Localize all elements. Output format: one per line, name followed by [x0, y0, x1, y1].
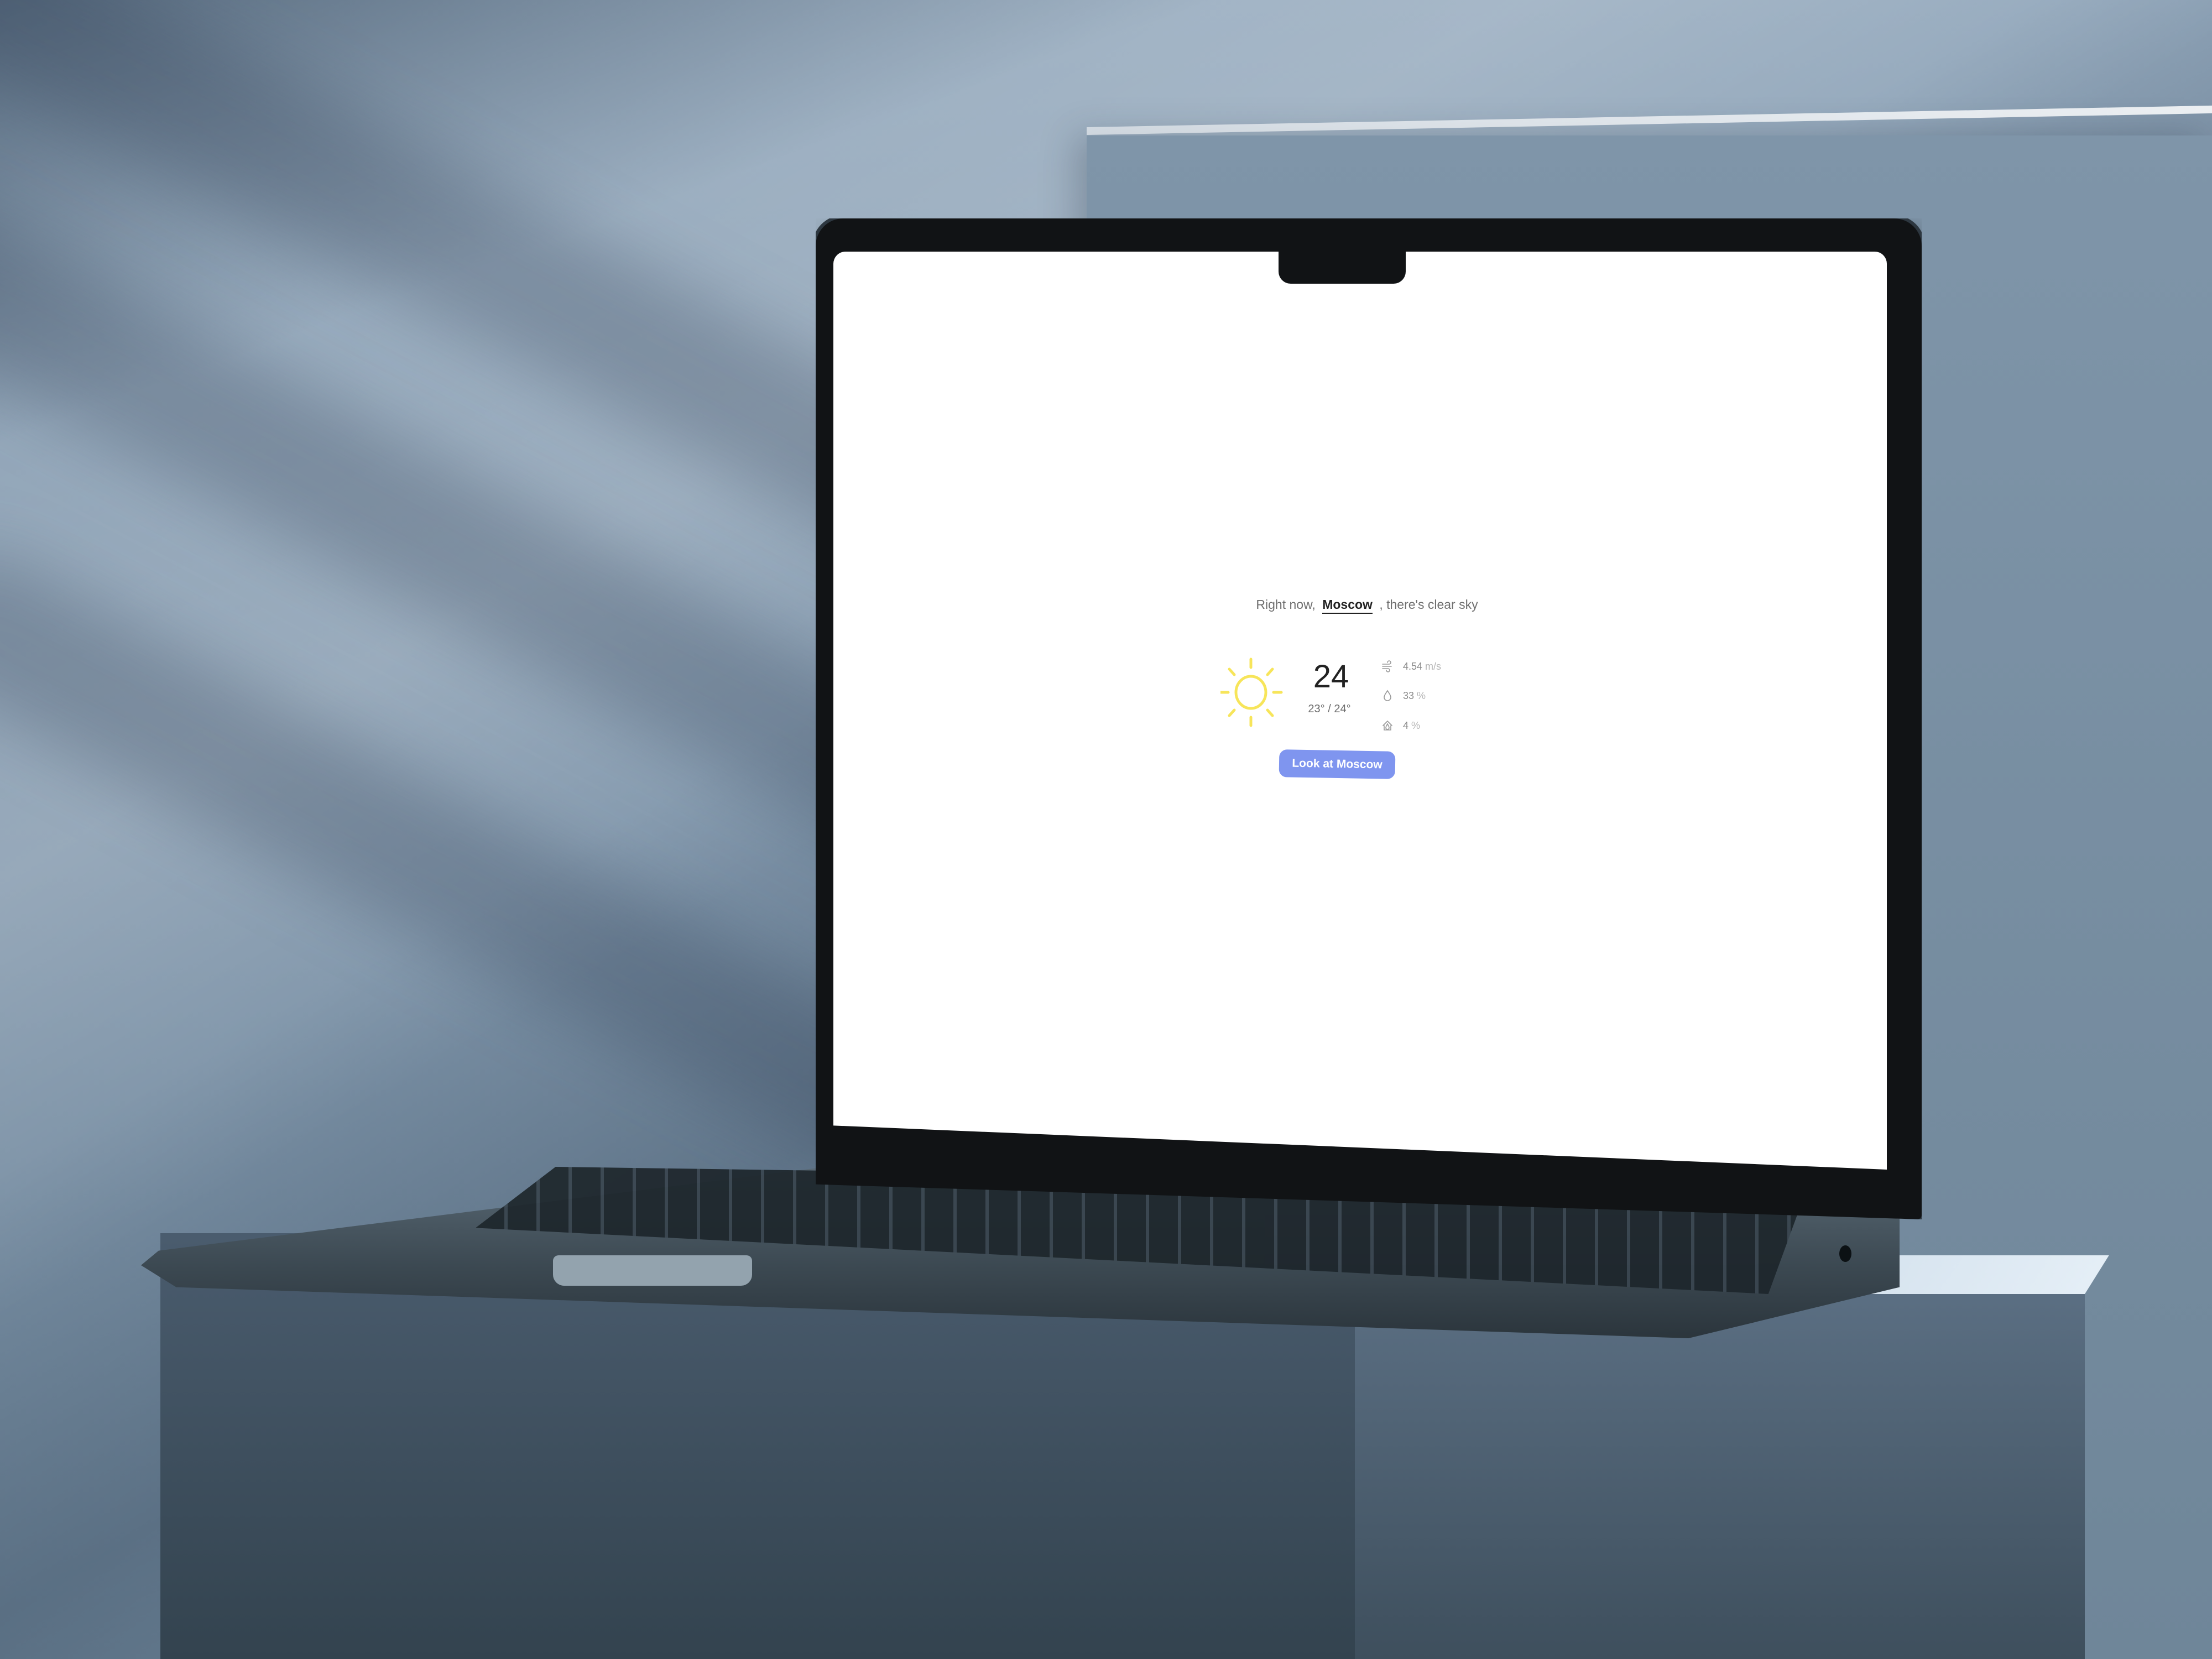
precipitation-unit: %: [1411, 719, 1421, 731]
product-mockup-scene: Right now, Moscow , there's clear sky 24…: [0, 0, 2212, 1659]
weather-headline: Right now, Moscow , there's clear sky: [1229, 597, 1505, 614]
humidity-value: 33: [1403, 690, 1415, 701]
sun-icon: [1219, 654, 1284, 731]
headline-intro: Right now,: [1256, 597, 1316, 612]
weather-app: Right now, Moscow , there's clear sky 24…: [833, 252, 1887, 1170]
current-temperature: 24: [1313, 659, 1349, 695]
condition-text: , there's clear sky: [1379, 597, 1478, 612]
humidity-unit: %: [1417, 690, 1426, 701]
wind-unit: m/s: [1425, 660, 1442, 672]
precipitation-value: 4: [1403, 719, 1409, 731]
laptop-front-lip: [553, 1255, 752, 1286]
wind-icon: [1382, 660, 1392, 672]
city-selector[interactable]: Moscow: [1322, 597, 1373, 614]
precipitation-icon: [1383, 720, 1392, 731]
pedestal-front: [1355, 1288, 2085, 1659]
humidity-drop-icon: [1384, 690, 1391, 701]
headphone-port: [1839, 1245, 1851, 1262]
wind-value: 4.54: [1403, 660, 1423, 672]
precipitation-metric: 4 %: [1381, 717, 1420, 734]
laptop-screen: Right now, Moscow , there's clear sky 24…: [833, 252, 1887, 1170]
temperature-range: 23° / 24°: [1308, 703, 1351, 715]
wind-metric: 4.54 m/s: [1381, 658, 1441, 675]
look-at-city-button[interactable]: Look at Moscow: [1279, 749, 1396, 779]
humidity-metric: 33 %: [1381, 687, 1426, 704]
